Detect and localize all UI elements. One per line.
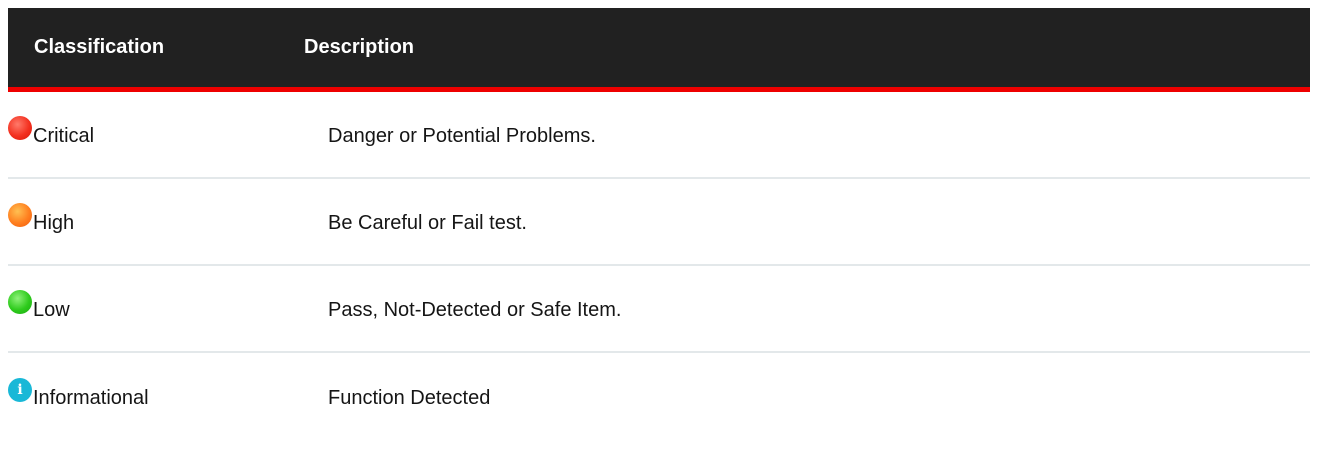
- description-cell: Pass, Not-Detected or Safe Item.: [328, 299, 622, 321]
- classification-cell: i Informational: [8, 377, 328, 411]
- classification-cell: High: [8, 202, 328, 236]
- header-classification: Classification: [34, 36, 165, 58]
- high-dot-icon: [8, 202, 32, 227]
- classification-label: Critical: [33, 125, 95, 147]
- classification-label: Low: [33, 299, 70, 321]
- classification-cell: Low: [8, 289, 328, 323]
- critical-dot-icon: [8, 115, 32, 140]
- table-row-informational: i Informational Function Detected: [8, 353, 1310, 440]
- classification-label: High: [33, 212, 75, 234]
- info-icon: i: [8, 377, 32, 402]
- classification-cell: Critical: [8, 115, 328, 149]
- description-cell: Be Careful or Fail test.: [328, 212, 527, 234]
- table-row-critical: Critical Danger or Potential Problems.: [8, 92, 1310, 179]
- description-cell: Function Detected: [328, 387, 491, 409]
- header-description: Description: [304, 36, 415, 58]
- classification-label: Informational: [33, 387, 149, 409]
- table-row-low: Low Pass, Not-Detected or Safe Item.: [8, 266, 1310, 353]
- description-cell: Danger or Potential Problems.: [328, 125, 596, 147]
- table-row-high: High Be Careful or Fail test.: [8, 179, 1310, 266]
- classification-table: Classification Description Critical Dang…: [8, 8, 1310, 440]
- low-dot-icon: [8, 289, 32, 314]
- table-header: Classification Description: [8, 8, 1310, 92]
